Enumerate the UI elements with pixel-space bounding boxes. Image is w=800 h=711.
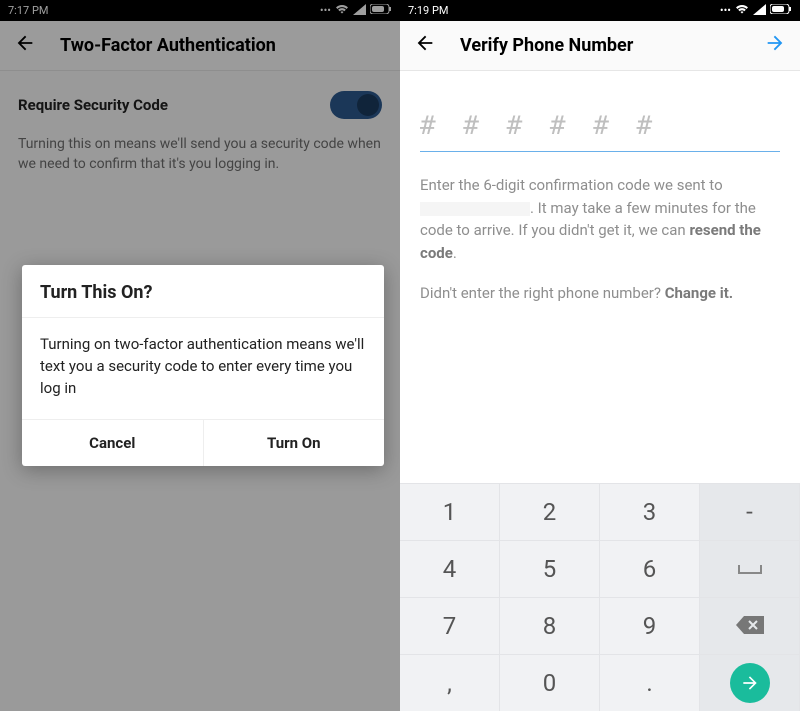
- key-backspace[interactable]: [700, 597, 800, 654]
- submit-icon: [730, 663, 770, 703]
- cancel-button[interactable]: Cancel: [22, 420, 203, 466]
- signal-icon: [753, 4, 766, 18]
- key-space[interactable]: [700, 540, 800, 597]
- key-6[interactable]: 6: [600, 540, 700, 597]
- change-row: Didn't enter the right phone number? Cha…: [420, 282, 780, 305]
- key-0[interactable]: 0: [500, 654, 600, 711]
- back-icon[interactable]: [414, 32, 436, 60]
- key-4[interactable]: 4: [400, 540, 500, 597]
- confirm-dialog: Turn This On? Turning on two-factor auth…: [22, 265, 384, 466]
- help-text: Enter the 6-digit confirmation code we s…: [420, 174, 780, 264]
- key-5[interactable]: 5: [500, 540, 600, 597]
- key-dash[interactable]: -: [700, 483, 800, 540]
- app-bar-right: Verify Phone Number: [400, 21, 800, 71]
- key-2[interactable]: 2: [500, 483, 600, 540]
- status-indicators: •••: [720, 4, 792, 18]
- key-submit[interactable]: [700, 654, 800, 711]
- right-screen: 7:19 PM ••• Verify Phone Number: [400, 0, 800, 711]
- phone-redacted: [420, 202, 530, 216]
- change-pre: Didn't enter the right phone number?: [420, 284, 665, 302]
- help-pre: Enter the 6-digit confirmation code we s…: [420, 176, 723, 194]
- change-link[interactable]: Change it.: [665, 284, 733, 302]
- code-input[interactable]: # # # # # #: [420, 111, 780, 152]
- key-3[interactable]: 3: [600, 483, 700, 540]
- key-comma[interactable]: ,: [400, 654, 500, 711]
- key-dot[interactable]: .: [600, 654, 700, 711]
- key-9[interactable]: 9: [600, 597, 700, 654]
- left-screen: 7:17 PM ••• Two-Factor Authentication: [0, 0, 400, 711]
- key-8[interactable]: 8: [500, 597, 600, 654]
- wifi-icon: [735, 4, 749, 18]
- backspace-icon: [736, 612, 764, 640]
- dialog-title: Turn This On?: [22, 265, 384, 318]
- status-bar-right: 7:19 PM •••: [400, 0, 800, 21]
- next-icon[interactable]: [764, 32, 786, 60]
- key-1[interactable]: 1: [400, 483, 500, 540]
- verify-content: # # # # # # Enter the 6-digit confirmati…: [400, 71, 800, 305]
- page-title: Verify Phone Number: [460, 35, 764, 56]
- status-time: 7:19 PM: [408, 4, 448, 17]
- battery-icon: [770, 4, 792, 17]
- key-7[interactable]: 7: [400, 597, 500, 654]
- numeric-keypad: 1 2 3 - 4 5 6 7 8 9 , 0 .: [400, 483, 800, 711]
- help-period: .: [453, 244, 457, 262]
- more-icon: •••: [720, 4, 731, 17]
- dialog-actions: Cancel Turn On: [22, 419, 384, 466]
- turn-on-button[interactable]: Turn On: [203, 420, 385, 466]
- dialog-body: Turning on two-factor authentication mea…: [22, 318, 384, 419]
